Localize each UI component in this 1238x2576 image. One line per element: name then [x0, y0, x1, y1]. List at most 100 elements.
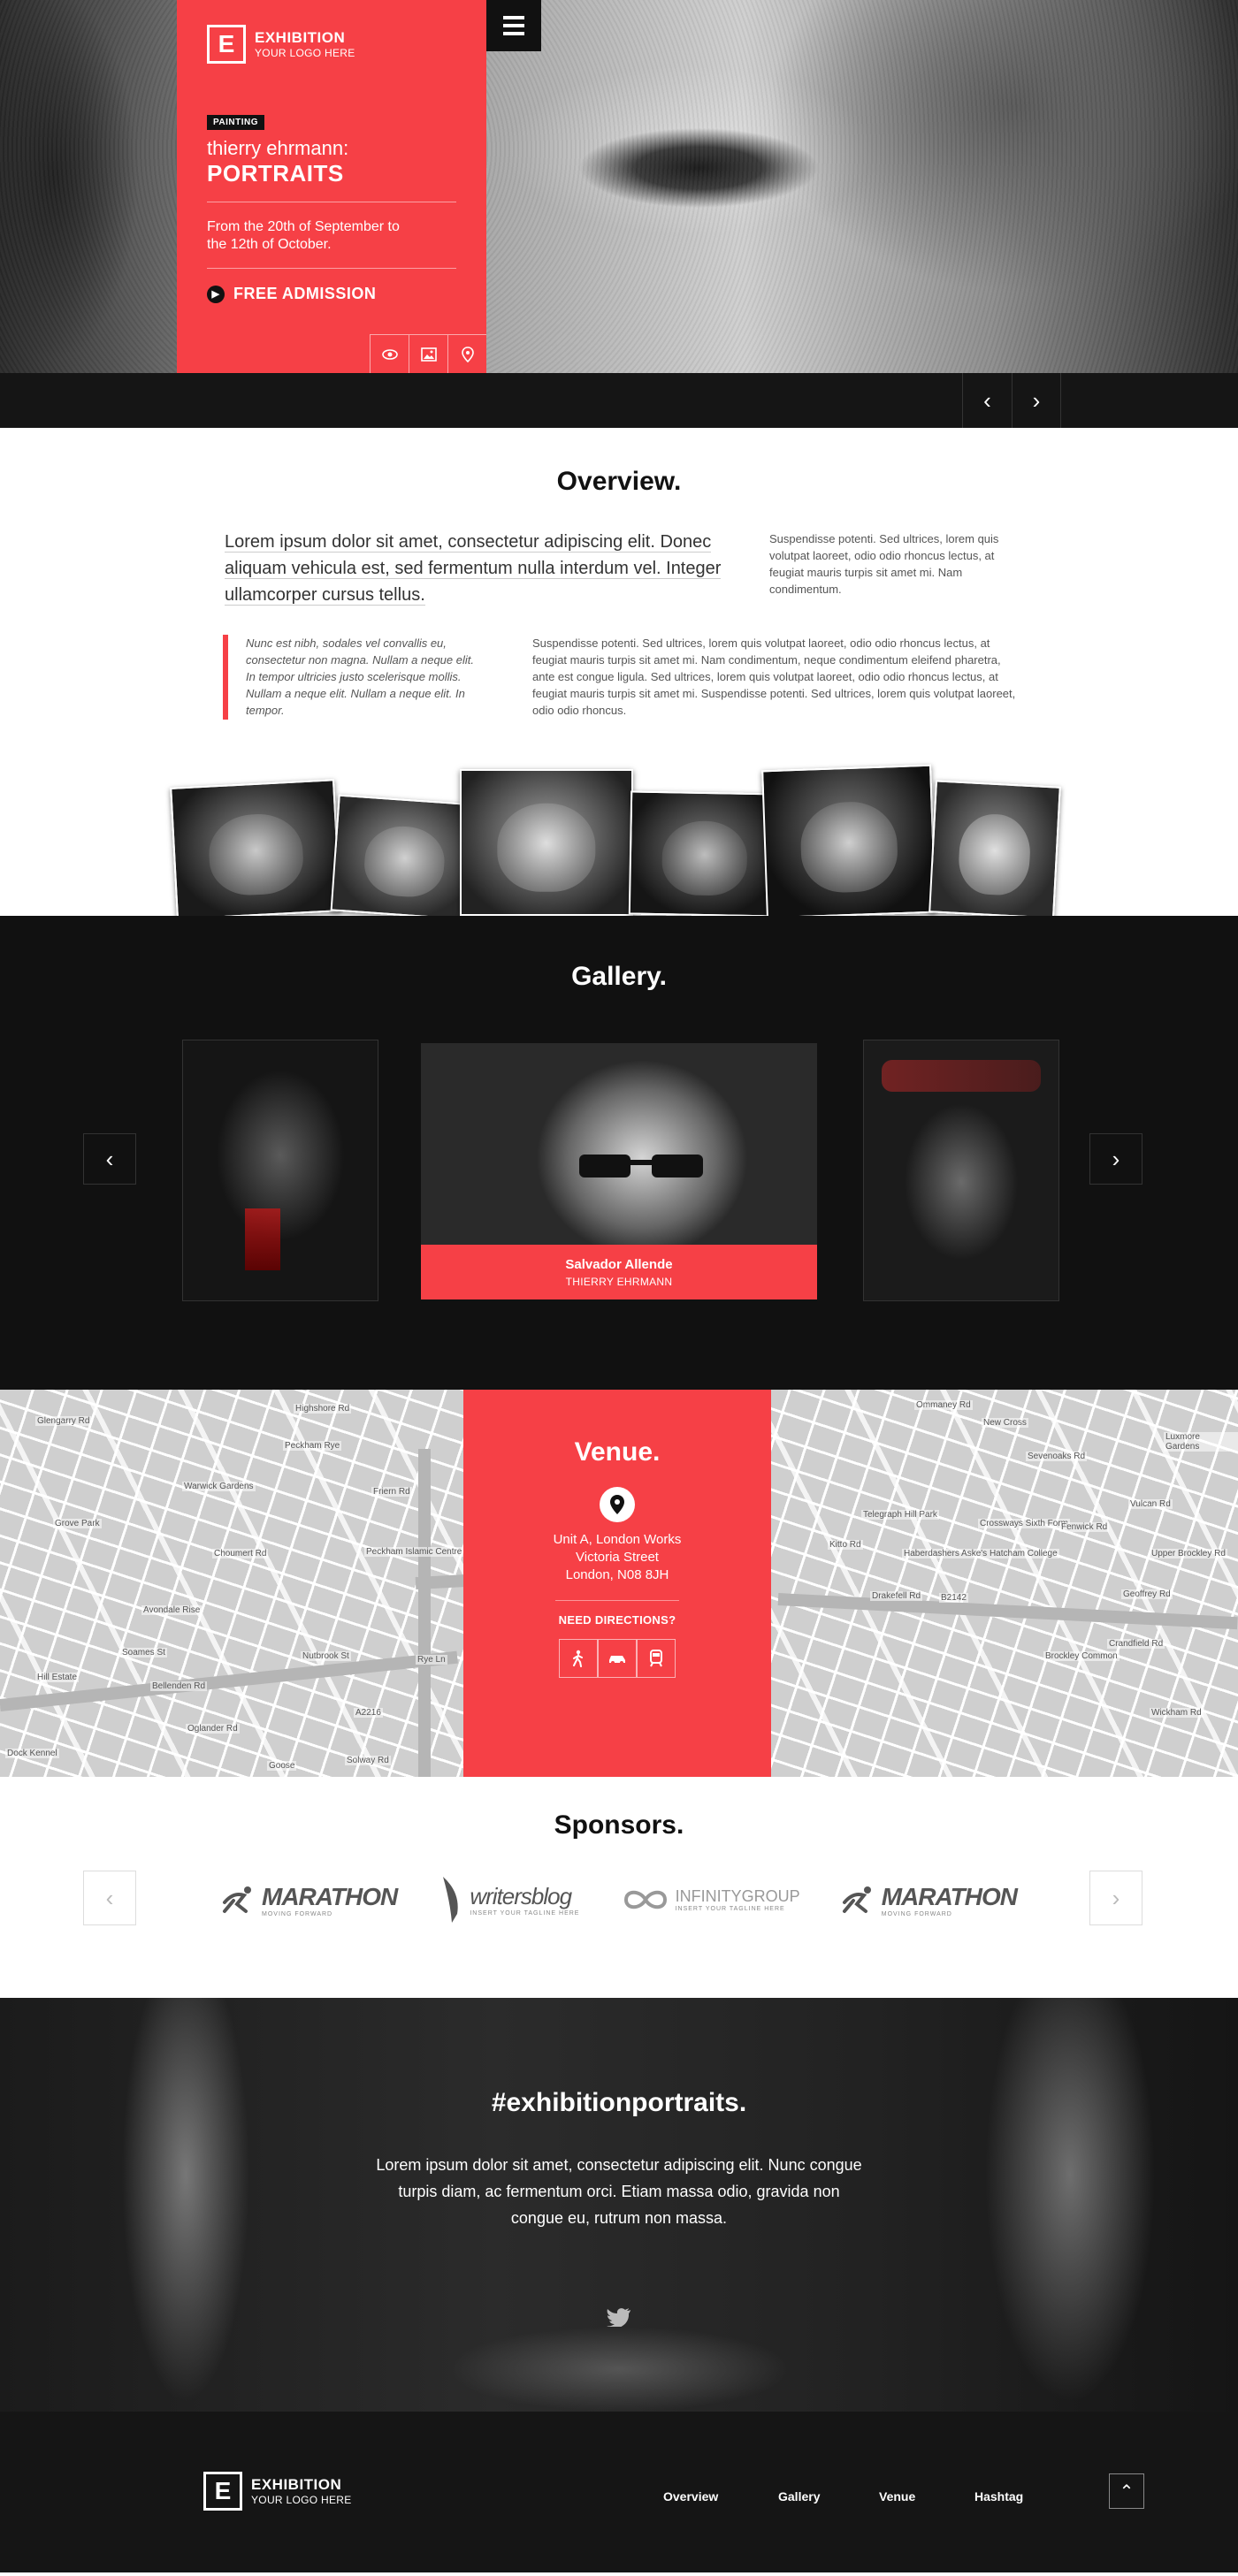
map-label: Avondale Rise — [141, 1605, 203, 1615]
gallery-next-button[interactable]: › — [1089, 1133, 1142, 1185]
divider — [207, 268, 456, 269]
map-label: Drakefell Rd — [870, 1591, 923, 1601]
map-label: Rye Ln — [416, 1655, 447, 1665]
back-to-top-button[interactable]: ⌃ — [1109, 2473, 1144, 2509]
overview-side-text: Suspendisse potenti. Sed ultrices, lorem… — [769, 532, 999, 596]
footer-logo[interactable]: E EXHIBITION YOUR LOGO HERE — [203, 2472, 352, 2511]
map-label: Geoffrey Rd — [1121, 1589, 1173, 1599]
map-label: Sevenoaks Rd — [1026, 1452, 1088, 1461]
gallery-image-right[interactable] — [863, 1040, 1059, 1301]
sponsor-logo[interactable]: MARATHON MOVING FORWARD — [841, 1883, 1018, 1917]
portrait-image — [761, 764, 936, 919]
map-label: Solway Rd — [345, 1756, 391, 1765]
hero-prev-button[interactable]: ‹ — [962, 373, 1012, 428]
sponsor-logo[interactable]: MARATHON MOVING FORWARD — [221, 1883, 398, 1917]
footer-nav-overview[interactable]: Overview — [663, 2489, 718, 2504]
portrait-image — [460, 769, 633, 916]
gallery-caption: Salvador Allende THIERRY EHRMANN — [421, 1245, 817, 1299]
portrait-image — [928, 780, 1061, 919]
infinity-icon — [623, 1890, 667, 1909]
runner-icon — [842, 1886, 871, 1913]
map-label: Grove Park — [53, 1519, 102, 1528]
eye-icon[interactable] — [370, 334, 409, 373]
portrait-image — [170, 779, 341, 920]
overview-quote: Nunc est nibh, sodales vel convallis eu,… — [223, 635, 479, 720]
hero-bar: ‹ › — [0, 373, 1238, 428]
hashtag-title: #exhibitionportraits. — [491, 2088, 747, 2117]
footer: E EXHIBITION YOUR LOGO HERE Overview Gal… — [0, 2412, 1238, 2572]
menu-button[interactable] — [486, 0, 541, 51]
venue-address-line: Unit A, London Works — [553, 1532, 682, 1547]
map-label: Crossways Sixth Form — [978, 1519, 1071, 1528]
map-label: Crandfield Rd — [1107, 1639, 1165, 1649]
map-label: Telegraph Hill Park — [861, 1510, 939, 1520]
gallery-featured-artist: THIERRY EHRMANN — [565, 1275, 673, 1288]
location-icon[interactable] — [447, 334, 486, 373]
footer-nav-gallery[interactable]: Gallery — [778, 2489, 820, 2504]
gallery-featured-image[interactable]: Salvador Allende THIERRY EHRMANN — [421, 1043, 817, 1299]
map-label: Warwick Gardens — [182, 1482, 256, 1491]
category-badge: PAINTING — [207, 115, 265, 130]
map-label: Friern Rd — [371, 1487, 412, 1497]
map-label: Luxmore Gardens — [1164, 1432, 1238, 1452]
map-label: Brockley Common — [1043, 1651, 1120, 1661]
glasses-graphic — [579, 1155, 703, 1177]
venue-address: Unit A, London Works Victoria Street Lon… — [463, 1531, 771, 1584]
venue-section: Highshore Rd Peckham Rye Warwick Gardens… — [0, 1390, 1238, 1777]
map-label: Wickham Rd — [1150, 1708, 1204, 1718]
map-label: Oglander Rd — [186, 1724, 240, 1734]
venue-card: Venue. Unit A, London Works Victoria Str… — [463, 1390, 771, 1777]
map-label: Choumert Rd — [212, 1549, 269, 1559]
portrait-image — [628, 790, 782, 918]
hamburger-icon — [503, 16, 524, 19]
logo[interactable]: E EXHIBITION YOUR LOGO HERE — [207, 25, 456, 64]
train-icon[interactable] — [637, 1639, 676, 1678]
map-label: New Cross — [982, 1418, 1028, 1428]
map-label: Bellenden Rd — [150, 1681, 208, 1691]
portrait-image — [330, 794, 480, 921]
gallery-prev-button[interactable]: ‹ — [83, 1133, 136, 1185]
logo-name: EXHIBITION — [251, 2476, 342, 2493]
location-pin-icon — [600, 1487, 635, 1522]
sponsor-logo[interactable]: writersblog INSERT YOUR TAGLINE HERE — [438, 1875, 579, 1924]
sponsors-prev-button[interactable]: ‹ — [83, 1871, 136, 1925]
map-label: Soames St — [120, 1648, 167, 1658]
hero-artist: thierry ehrmann: — [207, 137, 349, 159]
hashtag-body: Lorem ipsum dolor sit amet, consectetur … — [376, 2156, 862, 2227]
footer-nav-venue[interactable]: Venue — [879, 2489, 915, 2504]
logo-tagline: YOUR LOGO HERE — [251, 2494, 352, 2506]
map-label: A2216 — [354, 1708, 383, 1718]
logo-mark: E — [207, 25, 246, 64]
runner-icon — [223, 1886, 251, 1913]
arrow-right-icon: ▶ — [207, 285, 225, 303]
gallery-featured-name: Salvador Allende — [565, 1256, 673, 1272]
logo-tagline: YOUR LOGO HERE — [255, 47, 355, 59]
venue-address-line: London, N08 8JH — [565, 1567, 669, 1582]
hero-dates: From the 20th of September to the 12th o… — [207, 219, 400, 252]
map-label: Peckham Islamic Centre — [364, 1547, 464, 1557]
footer-nav-hashtag[interactable]: Hashtag — [974, 2489, 1023, 2504]
image-icon[interactable] — [409, 334, 447, 373]
gallery-image-left[interactable] — [182, 1040, 378, 1301]
hero-title: PORTRAITS — [207, 160, 344, 187]
map-label: Vulcan Rd — [1128, 1499, 1173, 1509]
car-icon[interactable] — [598, 1639, 637, 1678]
map-label: Highshore Rd — [294, 1404, 352, 1414]
map-label: Fenwick Rd — [1059, 1522, 1110, 1532]
hero-info-card: E EXHIBITION YOUR LOGO HERE PAINTING thi… — [177, 0, 486, 373]
twitter-icon[interactable] — [607, 2307, 631, 2327]
sponsor-logo[interactable]: INFINITYGROUP INSERT YOUR TAGLINE HERE — [621, 1886, 800, 1913]
directions-label: NEED DIRECTIONS? — [558, 1613, 676, 1627]
sponsors-next-button[interactable]: › — [1089, 1871, 1142, 1925]
walk-icon[interactable] — [559, 1639, 598, 1678]
map-label: Hill Estate — [35, 1673, 80, 1682]
hero-next-button[interactable]: › — [1012, 373, 1061, 428]
map-label: B2142 — [939, 1593, 968, 1603]
overview-body: Suspendisse potenti. Sed ultrices, lorem… — [532, 636, 1016, 717]
map-label: Goose — [267, 1761, 297, 1771]
free-admission-link[interactable]: ▶ FREE ADMISSION — [207, 285, 456, 303]
hero-section: E EXHIBITION YOUR LOGO HERE PAINTING thi… — [0, 0, 1238, 373]
logo-mark: E — [203, 2472, 242, 2511]
map-label: Nutbrook St — [301, 1651, 351, 1661]
gallery-title: Gallery. — [571, 962, 667, 991]
